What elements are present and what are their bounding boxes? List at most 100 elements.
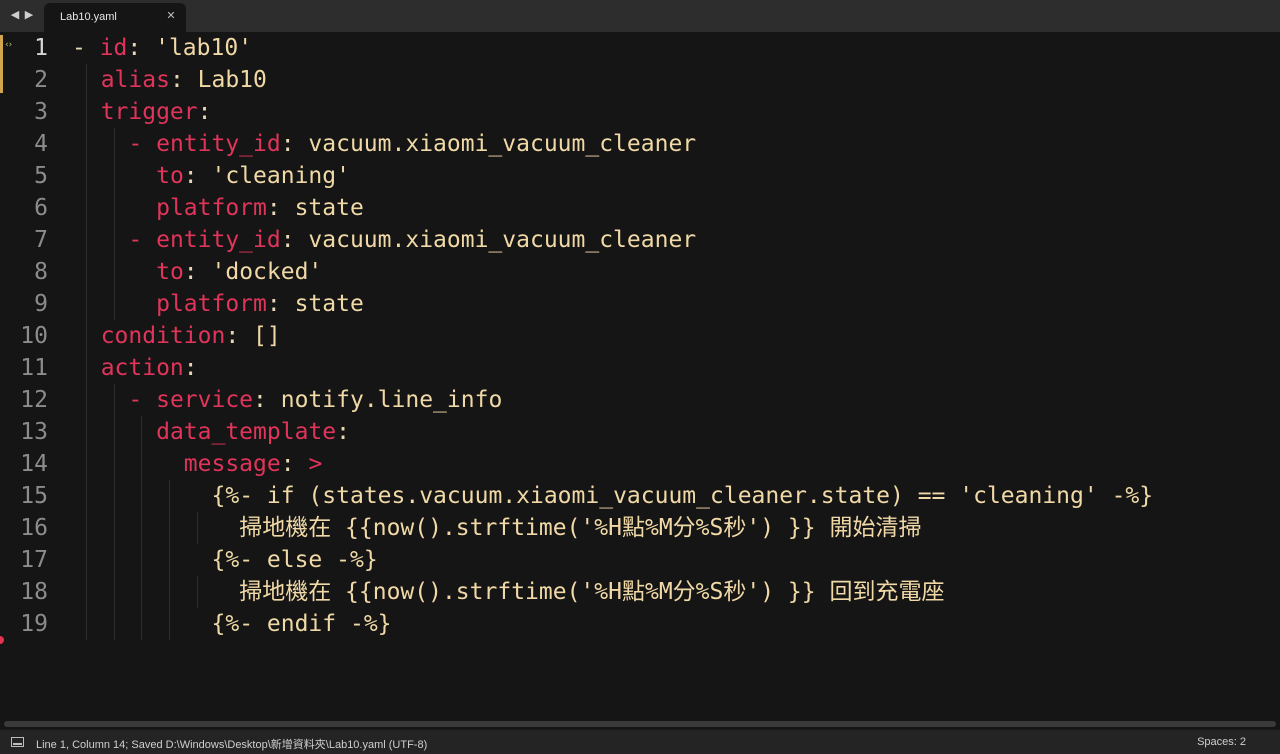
code-token: 'docked': [211, 259, 323, 285]
code-line[interactable]: {%- else -%}: [212, 544, 378, 576]
line-number: 11: [20, 355, 48, 381]
error-marker-icon: [0, 636, 4, 644]
line-number: 2: [34, 67, 48, 93]
code-line[interactable]: platform: state: [156, 288, 364, 320]
code-token: :: [266, 291, 295, 317]
line-number: 5: [34, 163, 48, 189]
code-line[interactable]: alias: Lab10: [101, 64, 267, 96]
indent-guide: [168, 480, 170, 640]
code-line[interactable]: data_template:: [156, 416, 350, 448]
line-number: 9: [34, 291, 48, 317]
code-token: -: [128, 227, 157, 253]
code-token: message: [183, 451, 281, 477]
code-token: -: [128, 387, 157, 413]
code-token: state: [294, 195, 364, 221]
code-line[interactable]: - entity_id: vacuum.xiaomi_vacuum_cleane…: [128, 128, 696, 160]
code-line[interactable]: platform: state: [156, 192, 364, 224]
code-token: vacuum.xiaomi_vacuum_cleaner: [308, 131, 697, 157]
line-number: 3: [34, 99, 48, 125]
code-token: alias: [100, 67, 170, 93]
code-token: trigger: [100, 99, 198, 125]
code-token: to: [156, 259, 184, 285]
code-line[interactable]: 掃地機在 {{now().strftime('%H點%M分%S秒') }} 開始…: [239, 512, 921, 544]
code-token: :: [169, 67, 198, 93]
line-number: 7: [34, 227, 48, 253]
line-number: 4: [34, 131, 48, 157]
code-token: entity_id: [156, 227, 281, 253]
indent-guide: [196, 576, 198, 608]
status-text: Line 1, Column 14; Saved D:\Windows\Desk…: [36, 739, 428, 751]
code-token: :: [183, 355, 198, 381]
line-number: 12: [20, 387, 48, 413]
line-number: 16: [20, 515, 48, 541]
scrollbar-thumb[interactable]: [4, 721, 1276, 727]
tab-title: Lab10.yaml: [60, 11, 117, 23]
code-line[interactable]: message: >: [184, 448, 323, 480]
code-token: service: [156, 387, 254, 413]
line-number: 19: [20, 611, 48, 637]
indent-guide: [113, 128, 115, 320]
code-token: :: [280, 451, 309, 477]
line-number: 18: [20, 579, 48, 605]
code-token: notify.line_info: [280, 387, 503, 413]
code-token: -: [72, 35, 100, 61]
forward-arrow-icon[interactable]: ▶: [22, 7, 36, 23]
code-token: 掃地機在 {{now().strftime('%H點%M分%S秒') }} 開始…: [239, 515, 922, 541]
code-line[interactable]: - service: notify.line_info: [128, 384, 502, 416]
code-token: {%- endif -%}: [211, 611, 392, 637]
code-token: id: [99, 35, 128, 61]
code-token: :: [183, 163, 212, 189]
code-token: entity_id: [156, 131, 281, 157]
code-line[interactable]: - id: 'lab10': [72, 32, 252, 64]
code-token: vacuum.xiaomi_vacuum_cleaner: [308, 227, 697, 253]
indent-guide: [85, 64, 87, 640]
indent-guide: [113, 384, 115, 640]
code-line[interactable]: to: 'docked': [156, 256, 322, 288]
code-token: condition: [100, 323, 226, 349]
code-token: :: [253, 387, 281, 413]
line-number: 10: [20, 323, 48, 349]
code-token: Lab10: [197, 67, 267, 93]
line-number: 13: [20, 419, 48, 445]
code-editor[interactable]: ‹› 1 2 3 4 5 6 7 8 9 10 11 12 13 14 15 16 17 18 19 - id: '…: [0, 32, 1280, 720]
status-bar: Line 1, Column 14; Saved D:\Windows\Desk…: [0, 729, 1280, 754]
code-token: :: [280, 131, 309, 157]
back-arrow-icon[interactable]: ◀: [8, 7, 22, 23]
line-number: 8: [34, 259, 48, 285]
code-area[interactable]: - id: 'lab10' alias: Lab10 trigger: - entit…: [72, 32, 1280, 720]
code-token: []: [253, 323, 281, 349]
code-token: data_template: [156, 419, 337, 445]
code-token: 掃地機在 {{now().strftime('%H點%M分%S秒') }} 回到…: [239, 579, 945, 605]
panel-toggle-icon[interactable]: [11, 737, 24, 747]
line-number: 17: [20, 547, 48, 573]
code-token: -: [128, 131, 157, 157]
close-icon[interactable]: ✕: [164, 9, 178, 23]
indentation-status[interactable]: Spaces: 2: [1197, 736, 1246, 748]
code-token: state: [294, 291, 364, 317]
code-line[interactable]: action:: [101, 352, 198, 384]
code-line[interactable]: {%- if (states.vacuum.xiaomi_vacuum_clea…: [212, 480, 1154, 512]
code-line[interactable]: {%- endif -%}: [212, 608, 392, 640]
code-line[interactable]: 掃地機在 {{now().strftime('%H點%M分%S秒') }} 回到…: [239, 576, 944, 608]
code-token: {%- else -%}: [211, 547, 378, 573]
tab-lab10-yaml[interactable]: Lab10.yaml ✕: [44, 3, 186, 32]
code-token: action: [100, 355, 184, 381]
line-number: 6: [34, 195, 48, 221]
code-token: :: [336, 419, 350, 445]
code-token: to: [156, 163, 184, 189]
code-token: 'lab10': [155, 35, 253, 61]
code-token: :: [127, 35, 156, 61]
code-token: :: [183, 259, 212, 285]
horizontal-scrollbar[interactable]: [0, 720, 1280, 729]
code-line[interactable]: trigger:: [101, 96, 212, 128]
code-line[interactable]: - entity_id: vacuum.xiaomi_vacuum_cleane…: [128, 224, 696, 256]
line-number: 15: [20, 483, 48, 509]
code-token: 'cleaning': [211, 163, 350, 189]
code-line[interactable]: to: 'cleaning': [156, 160, 350, 192]
code-token: platform: [156, 291, 267, 317]
line-number: 14: [20, 451, 48, 477]
indent-guide: [141, 416, 143, 640]
code-line[interactable]: condition: []: [101, 320, 281, 352]
code-token: >: [308, 451, 323, 477]
code-token: platform: [156, 195, 267, 221]
